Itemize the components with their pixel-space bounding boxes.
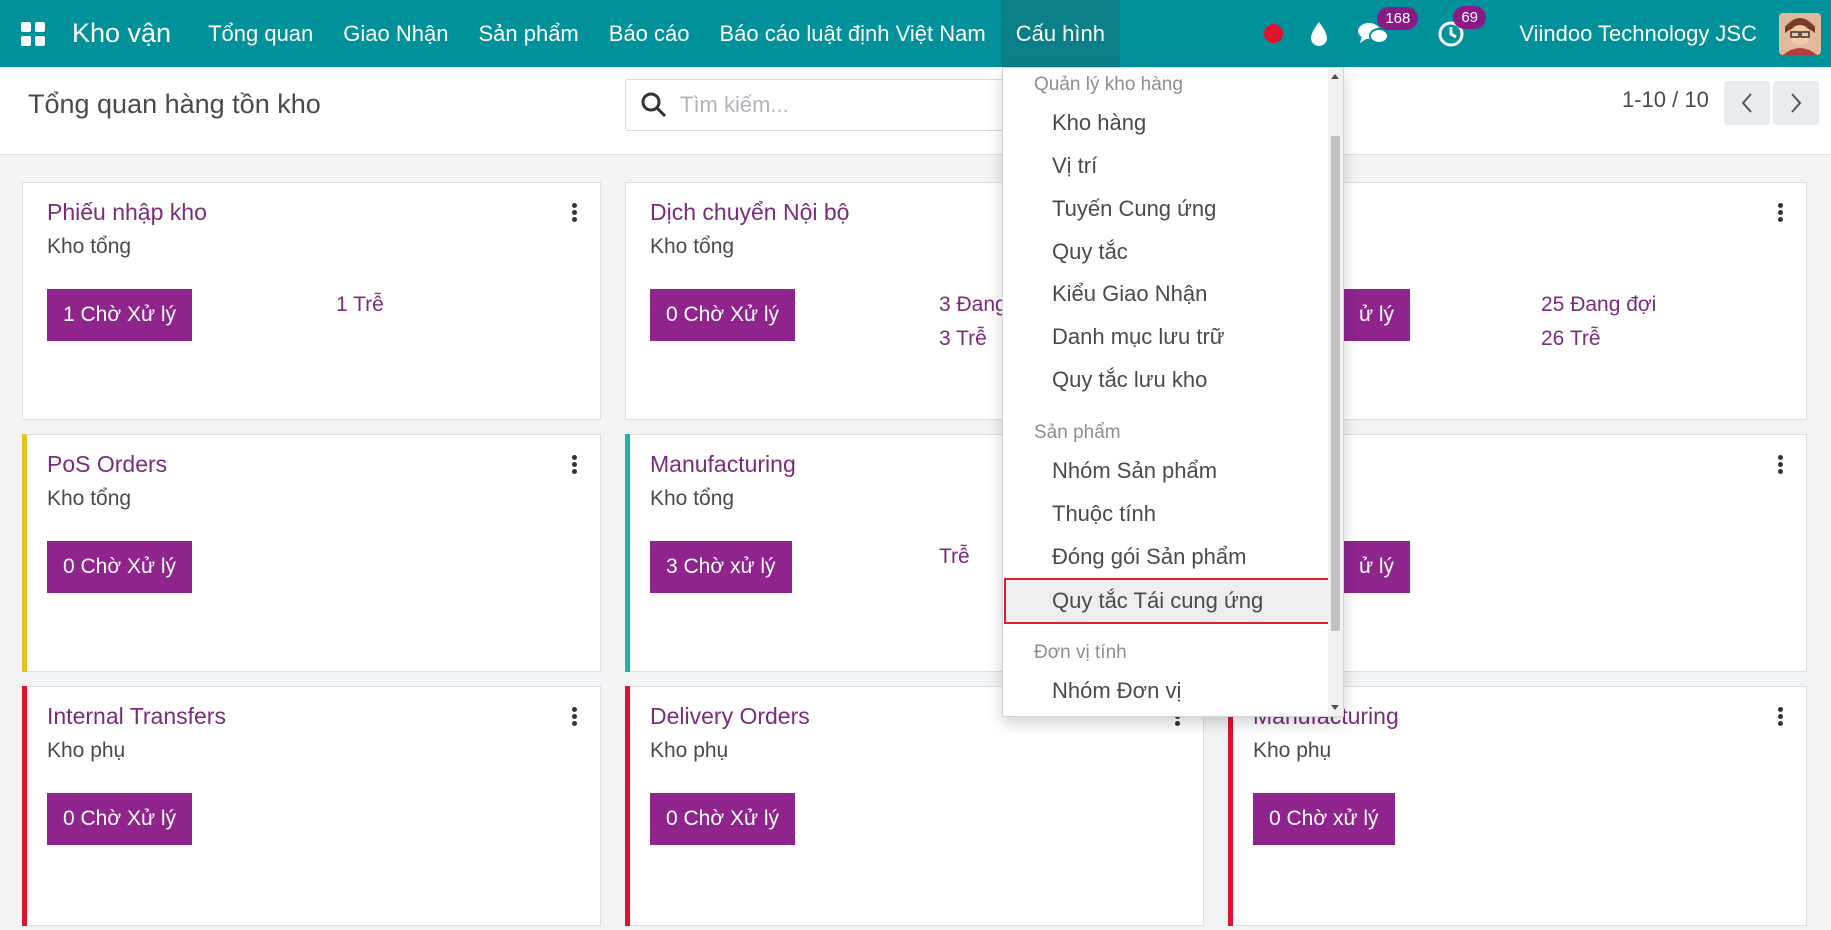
- menu-bao-cao-luat-dinh[interactable]: Báo cáo luật định Việt Nam: [705, 0, 1001, 67]
- search-input[interactable]: [680, 92, 980, 118]
- dropdown-section-header: Sản phẩm: [1034, 422, 1121, 443]
- card-process-button[interactable]: 0 Chờ Xử lý: [650, 289, 796, 341]
- card-color-bar: [22, 434, 27, 672]
- kanban-card[interactable]: Phiếu nhập kho Kho tổng 1 Chờ Xử lý 1 Tr…: [22, 182, 601, 420]
- menu-item-quy-tac-tai-cung-ung[interactable]: Quy tắc Tái cung ứng: [1004, 578, 1332, 624]
- apps-grid-icon[interactable]: [0, 0, 66, 67]
- messages-badge: 168: [1377, 6, 1419, 30]
- card-late-link[interactable]: 26 Trễ: [1541, 327, 1601, 351]
- card-late-link[interactable]: Trễ: [939, 545, 970, 569]
- kanban-card[interactable]: PoS Orders Kho tổng 0 Chờ Xử lý: [22, 434, 601, 672]
- card-title[interactable]: Internal Transfers: [47, 703, 226, 730]
- card-process-button[interactable]: 3 Chờ xử lý: [650, 541, 792, 593]
- card-warehouse: Kho tổng: [47, 487, 132, 510]
- card-menu-icon[interactable]: [1778, 203, 1784, 223]
- kanban-card[interactable]: Internal Transfers Kho phụ 0 Chờ Xử lý: [22, 686, 601, 926]
- card-warehouse: Kho phụ: [1253, 739, 1332, 762]
- menu-item-quy-tac-luu-kho[interactable]: Quy tắc lưu kho: [1004, 359, 1284, 401]
- pager-next-button[interactable]: [1773, 81, 1819, 125]
- card-warehouse: Kho tổng: [47, 235, 132, 258]
- menu-san-pham[interactable]: Sản phẩm: [463, 0, 593, 67]
- card-waiting-link[interactable]: 3 Đang: [939, 293, 1007, 317]
- menu-giao-nhan[interactable]: Giao Nhận: [328, 0, 463, 67]
- control-panel: Tổng quan hàng tồn kho 1-10 / 10: [0, 67, 1831, 155]
- menu-item-nhom-san-pham[interactable]: Nhóm Sản phẩm: [1004, 450, 1284, 492]
- menu-item-dong-goi-san-pham[interactable]: Đóng gói Sản phẩm: [1004, 536, 1284, 578]
- card-process-button[interactable]: 0 Chờ Xử lý: [650, 793, 796, 845]
- card-menu-icon[interactable]: [1778, 455, 1784, 475]
- menu-item-kho-hang[interactable]: Kho hàng: [1004, 102, 1284, 144]
- menu-tong-quan[interactable]: Tổng quan: [193, 0, 328, 67]
- search-icon: [641, 92, 667, 118]
- card-title[interactable]: Manufacturing: [650, 451, 796, 478]
- card-warehouse: Kho phụ: [650, 739, 729, 762]
- menu-item-kieu-giao-nhan[interactable]: Kiểu Giao Nhận: [1004, 273, 1284, 315]
- scroll-down-arrow-icon[interactable]: [1331, 705, 1339, 710]
- avatar-icon: [1779, 12, 1821, 55]
- kanban-card[interactable]: Manufacturing Kho phụ 0 Chờ xử lý: [1228, 686, 1807, 926]
- activities-badge: 69: [1453, 5, 1486, 29]
- card-process-button[interactable]: 0 Chờ xử lý: [1253, 793, 1395, 845]
- card-color-bar: [625, 686, 630, 926]
- chevron-left-icon: [1741, 93, 1752, 113]
- menu-item-tuyen-cung-ung[interactable]: Tuyến Cung ứng: [1004, 188, 1284, 230]
- card-warehouse: Kho tổng: [650, 235, 735, 258]
- search-box[interactable]: [625, 79, 1015, 131]
- card-menu-icon[interactable]: [572, 707, 578, 727]
- card-warehouse: Kho tổng: [650, 487, 735, 510]
- top-navbar: Kho vận Tổng quan Giao Nhận Sản phẩm Báo…: [0, 0, 1831, 67]
- record-icon[interactable]: [1264, 24, 1284, 43]
- card-color-bar: [22, 686, 27, 926]
- scroll-up-arrow-icon[interactable]: [1331, 74, 1339, 79]
- card-title[interactable]: PoS Orders: [47, 451, 167, 478]
- config-dropdown-menu: Quản lý kho hàng Kho hàng Vị trí Tuyến C…: [1002, 67, 1344, 717]
- card-process-button[interactable]: 1 Chờ Xử lý: [47, 289, 193, 341]
- chevron-right-icon: [1791, 93, 1802, 113]
- dropdown-scrollbar[interactable]: [1328, 68, 1343, 716]
- menu-item-danh-muc-luu-tru[interactable]: Danh mục lưu trữ: [1004, 316, 1284, 358]
- pager-value[interactable]: 1-10 / 10: [1622, 87, 1709, 113]
- card-warehouse: Kho phụ: [47, 739, 126, 762]
- card-late-link[interactable]: 1 Trễ: [336, 293, 384, 317]
- card-late-link[interactable]: 3 Trễ: [939, 327, 987, 351]
- menu-item-thuoc-tinh[interactable]: Thuộc tính: [1004, 493, 1284, 535]
- card-process-button[interactable]: 0 Chờ Xử lý: [47, 541, 193, 593]
- droplet-icon[interactable]: [1309, 21, 1329, 47]
- navbar-systray: 168 69 Viindoo Technology JSC: [1264, 0, 1831, 67]
- card-color-bar: [1228, 686, 1233, 926]
- dropdown-section-header: Đơn vị tính: [1034, 642, 1127, 663]
- card-process-button[interactable]: 0 Chờ Xử lý: [47, 793, 193, 845]
- menu-item-vi-tri[interactable]: Vị trí: [1004, 145, 1284, 187]
- app-brand[interactable]: Kho vận: [66, 18, 193, 49]
- scrollbar-thumb[interactable]: [1331, 136, 1340, 631]
- menu-item-nhom-don-vi[interactable]: Nhóm Đơn vị: [1004, 670, 1284, 712]
- menu-bao-cao[interactable]: Báo cáo: [594, 0, 705, 67]
- card-title[interactable]: Delivery Orders: [650, 703, 810, 730]
- activities-menu[interactable]: 69: [1437, 5, 1486, 48]
- kanban-card[interactable]: Delivery Orders Kho phụ 0 Chờ Xử lý: [625, 686, 1204, 926]
- user-avatar[interactable]: [1779, 12, 1821, 55]
- menu-cau-hinh[interactable]: Cấu hình: [1000, 0, 1120, 67]
- card-menu-icon[interactable]: [1778, 707, 1784, 727]
- card-menu-icon[interactable]: [572, 203, 578, 223]
- page-title: Tổng quan hàng tồn kho: [28, 89, 321, 119]
- card-title[interactable]: Dịch chuyển Nội bộ: [650, 199, 849, 226]
- menu-item-quy-tac[interactable]: Quy tắc: [1004, 231, 1284, 273]
- pager-previous-button[interactable]: [1724, 81, 1770, 125]
- card-menu-icon[interactable]: [572, 455, 578, 475]
- dropdown-section-header: Quản lý kho hàng: [1034, 74, 1183, 95]
- company-switcher[interactable]: Viindoo Technology JSC: [1519, 21, 1757, 47]
- card-title[interactable]: Phiếu nhập kho: [47, 199, 207, 226]
- messages-menu[interactable]: 168: [1357, 6, 1419, 47]
- card-waiting-link[interactable]: 25 Đang đợi: [1541, 293, 1656, 317]
- card-color-bar: [625, 434, 630, 672]
